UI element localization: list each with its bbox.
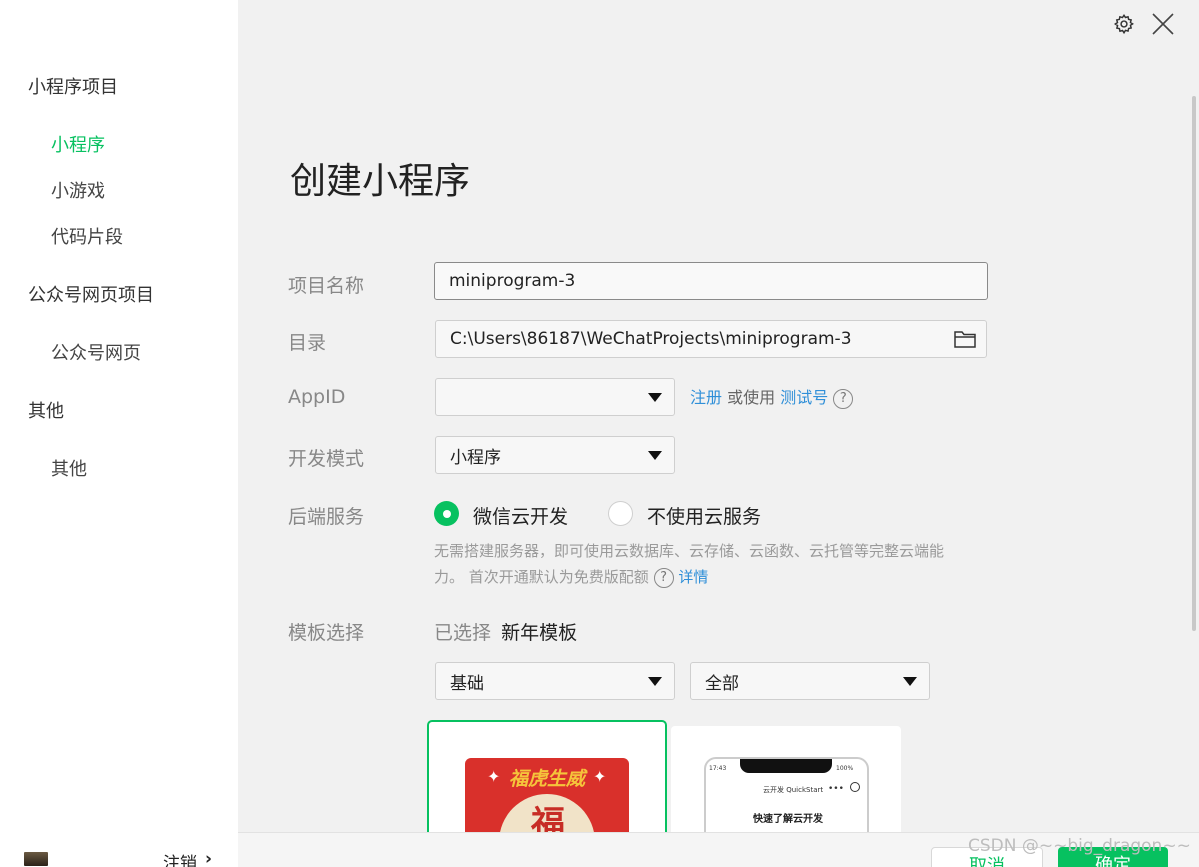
template-card-newyear[interactable]: ✦ ✦ 福虎生威 福 (427, 720, 667, 840)
page-title: 创建小程序 (290, 161, 471, 202)
quickstart-thumbnail: 17:43 100% 云开发 QuickStart ••• 快速了解云开发 (704, 757, 869, 836)
template-selected-name: 新年模板 (501, 622, 578, 644)
sidebar-group-official-web: 公众号网页项目 (28, 285, 154, 306)
target-icon (850, 782, 860, 792)
details-link[interactable]: 详情 (678, 568, 708, 586)
backend-label: 后端服务 (288, 506, 365, 528)
test-account-link[interactable]: 测试号 (780, 388, 828, 407)
scrollbar[interactable] (1192, 96, 1196, 631)
project-name-label: 项目名称 (288, 275, 365, 297)
template-label: 模板选择 (288, 622, 365, 644)
directory-label: 目录 (288, 332, 327, 354)
radio-no-cloud[interactable] (608, 501, 633, 526)
radio-wechat-cloud-label[interactable]: 微信云开发 (473, 502, 568, 529)
template-filter-select[interactable]: 全部 (690, 662, 930, 700)
phone-battery: 100% (836, 765, 854, 772)
or-use-text: 或使用 (727, 388, 776, 407)
radio-wechat-cloud[interactable] (434, 501, 459, 526)
dropdown-arrow-icon (648, 677, 662, 686)
template-category-select[interactable]: 基础 (435, 662, 675, 700)
help-icon[interactable]: ? (653, 567, 674, 588)
dropdown-arrow-icon (648, 393, 662, 402)
template-selected: 已选择 新年模板 (434, 618, 577, 645)
template-selected-prefix: 已选择 (434, 622, 492, 644)
gear-icon[interactable] (1110, 10, 1138, 38)
sidebar-item-code-snippet[interactable]: 代码片段 (51, 223, 123, 249)
template-card-quickstart[interactable]: 17:43 100% 云开发 QuickStart ••• 快速了解云开发 (671, 726, 901, 836)
template-category-value: 基础 (450, 673, 484, 694)
phone-time: 17:43 (709, 765, 727, 772)
dev-mode-label: 开发模式 (288, 448, 365, 470)
appid-label: AppID (288, 386, 346, 408)
dev-mode-select[interactable]: 小程序 (435, 436, 675, 474)
sidebar-item-miniprogram[interactable]: 小程序 (51, 131, 105, 157)
project-name-input[interactable]: miniprogram-3 (434, 262, 988, 300)
avatar[interactable] (24, 852, 48, 866)
register-link[interactable]: 注册 (690, 388, 722, 407)
sidebar: 小程序项目 小程序 小游戏 代码片段 公众号网页项目 公众号网页 其他 其他 注… (0, 0, 238, 867)
directory-input[interactable]: C:\Users\86187\WeChatProjects\miniprogra… (435, 320, 987, 358)
sparkle-icon: ✦ (487, 767, 501, 786)
more-icon: ••• (828, 784, 844, 794)
logout-button[interactable]: 注销 (163, 849, 197, 867)
dev-mode-value: 小程序 (450, 447, 501, 468)
sidebar-item-other[interactable]: 其他 (51, 455, 87, 481)
dropdown-arrow-icon (648, 451, 662, 460)
backend-desc-line2: 力。 首次开通默认为免费版配额 (434, 568, 649, 586)
newyear-thumbnail: ✦ ✦ 福虎生威 福 (465, 758, 629, 838)
quickstart-title: 云开发 QuickStart (763, 786, 824, 794)
dropdown-arrow-icon (903, 677, 917, 686)
sidebar-item-official-web[interactable]: 公众号网页 (51, 339, 141, 365)
newyear-banner: 福虎生威 (509, 768, 586, 790)
close-icon[interactable] (1149, 10, 1177, 38)
backend-desc-line1: 无需搭建服务器，即可使用云数据库、云存储、云函数、云托管等完整云端能 (434, 542, 945, 560)
radio-no-cloud-label[interactable]: 不使用云服务 (647, 502, 761, 529)
sidebar-footer: 注销 › (0, 837, 238, 867)
sidebar-group-miniprogram: 小程序项目 (28, 77, 118, 98)
sidebar-item-minigame[interactable]: 小游戏 (51, 177, 105, 203)
main-panel: 创建小程序 项目名称 miniprogram-3 目录 C:\Users\861… (238, 0, 1199, 867)
directory-value: C:\Users\86187\WeChatProjects\miniprogra… (450, 329, 852, 349)
watermark: CSDN @~~big_dragon~~ (968, 836, 1191, 856)
help-icon[interactable]: ? (833, 388, 854, 409)
folder-icon[interactable] (954, 330, 976, 353)
project-name-value: miniprogram-3 (449, 271, 576, 291)
template-filter-value: 全部 (705, 673, 739, 694)
appid-links: 注册 或使用 测试号 ? (690, 384, 854, 409)
phone-notch (740, 759, 832, 773)
sidebar-group-other: 其他 (28, 401, 64, 422)
sparkle-icon: ✦ (593, 767, 607, 786)
chevron-right-icon: › (205, 849, 213, 867)
backend-description: 无需搭建服务器，即可使用云数据库、云存储、云函数、云托管等完整云端能 力。 首次… (434, 538, 1004, 590)
appid-select[interactable] (435, 378, 675, 416)
quickstart-heading: 快速了解云开发 (753, 814, 823, 825)
